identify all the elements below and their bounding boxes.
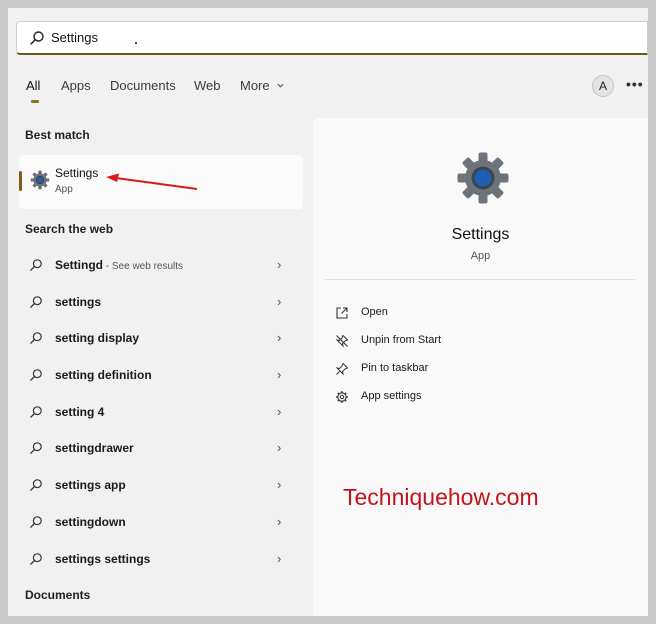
red-arrow-annotation (106, 173, 198, 190)
web-result-item[interactable]: Settingd - See web results › (19, 247, 303, 284)
open-external-icon (336, 307, 348, 319)
action-label: Open (361, 306, 388, 318)
action-label: Pin to taskbar (361, 362, 429, 374)
chevron-right-icon[interactable]: › (277, 257, 281, 272)
selection-indicator (19, 171, 22, 191)
web-result-item[interactable]: settings settings › (19, 541, 303, 578)
web-result-query: setting 4 (55, 404, 105, 419)
preview-subtitle: App (470, 250, 491, 262)
web-result-item[interactable]: setting display › (19, 320, 303, 357)
tab-all[interactable]: All (26, 78, 40, 93)
search-icon (30, 259, 42, 271)
web-result-query: settings settings (55, 551, 151, 566)
chevron-right-icon[interactable]: › (277, 404, 281, 419)
web-result-label: setting definition (55, 368, 152, 382)
web-result-label: setting 4 (55, 405, 104, 419)
search-icon (30, 332, 42, 345)
pin-icon (335, 362, 349, 376)
web-result-query: settings (55, 294, 102, 309)
tab-more[interactable]: More (240, 78, 285, 93)
web-result-query: settingdown (55, 514, 126, 529)
web-result-label: settingdown (55, 515, 126, 529)
search-input[interactable]: Settings (51, 30, 98, 45)
chevron-right-icon[interactable]: › (277, 551, 281, 566)
preview-title: Settings (451, 226, 510, 243)
web-result-label: Settingd - See web results (55, 258, 183, 272)
chevron-right-icon[interactable]: › (277, 330, 281, 345)
action-label: Unpin from Start (361, 334, 442, 346)
web-result-item[interactable]: settingdown › (19, 504, 303, 541)
tab-documents[interactable]: Documents (110, 78, 176, 93)
settings-gear-icon (30, 170, 50, 190)
search-icon (30, 442, 42, 455)
web-result-label: settings settings (55, 552, 150, 566)
web-results-list: Settingd - See web results › settings › sett… (19, 247, 303, 577)
search-icon (30, 479, 42, 491)
web-result-label: settings (55, 295, 101, 309)
best-match-type: App (55, 184, 73, 195)
tab-web[interactable]: Web (194, 78, 221, 93)
web-result-label: setting display (55, 331, 139, 345)
search-icon (30, 369, 42, 381)
search-icon (30, 295, 42, 308)
active-tab-indicator (31, 100, 39, 103)
search-box[interactable]: Settings (16, 21, 648, 55)
search-icon (30, 405, 42, 418)
search-icon (30, 31, 44, 45)
best-match-heading: Best match (25, 128, 90, 142)
settings-gear-icon (457, 152, 509, 204)
web-result-query: Settingd (55, 258, 103, 272)
web-result-item[interactable]: settings app › (19, 467, 303, 504)
web-result-label: settings app (55, 478, 126, 492)
search-icon (30, 516, 42, 528)
web-result-item[interactable]: settings › (19, 284, 303, 321)
web-result-query: setting display (55, 331, 140, 346)
web-result-item[interactable]: setting definition › (19, 357, 303, 394)
chevron-right-icon[interactable]: › (277, 294, 281, 309)
best-match-name: Settings (55, 166, 99, 180)
web-result-extra: - See web results (103, 261, 184, 272)
web-result-item[interactable]: setting 4 › (19, 394, 303, 431)
documents-heading: Documents (25, 588, 91, 602)
web-result-query: settings app (55, 478, 126, 493)
chevron-right-icon[interactable]: › (277, 477, 281, 492)
tab-apps[interactable]: Apps (61, 78, 91, 93)
web-result-item[interactable]: settingdrawer › (19, 430, 303, 467)
text-cursor (135, 42, 137, 44)
preview-panel: Settings App Open Unpin from Start Pin t… (313, 118, 648, 616)
web-result-query: setting definition (55, 368, 152, 383)
more-options-button[interactable]: ••• (626, 76, 644, 92)
gear-icon (336, 391, 348, 403)
chevron-right-icon[interactable]: › (277, 367, 281, 382)
chevron-right-icon[interactable]: › (277, 514, 281, 529)
divider (325, 279, 635, 280)
watermark-text: Techniquehow.com (343, 484, 539, 510)
web-result-label: settingdrawer (55, 441, 134, 455)
web-result-query: settingdrawer (55, 441, 134, 456)
chevron-down-icon (277, 83, 284, 88)
chevron-right-icon[interactable]: › (277, 440, 281, 455)
unpin-icon (335, 334, 349, 348)
tab-more-label: More (240, 78, 270, 93)
search-icon (30, 552, 42, 565)
account-avatar[interactable]: A (592, 75, 614, 97)
action-label: App settings (361, 390, 422, 402)
search-web-heading: Search the web (25, 222, 114, 236)
start-search-window: Settings All Apps Documents Web More A •… (8, 8, 648, 616)
